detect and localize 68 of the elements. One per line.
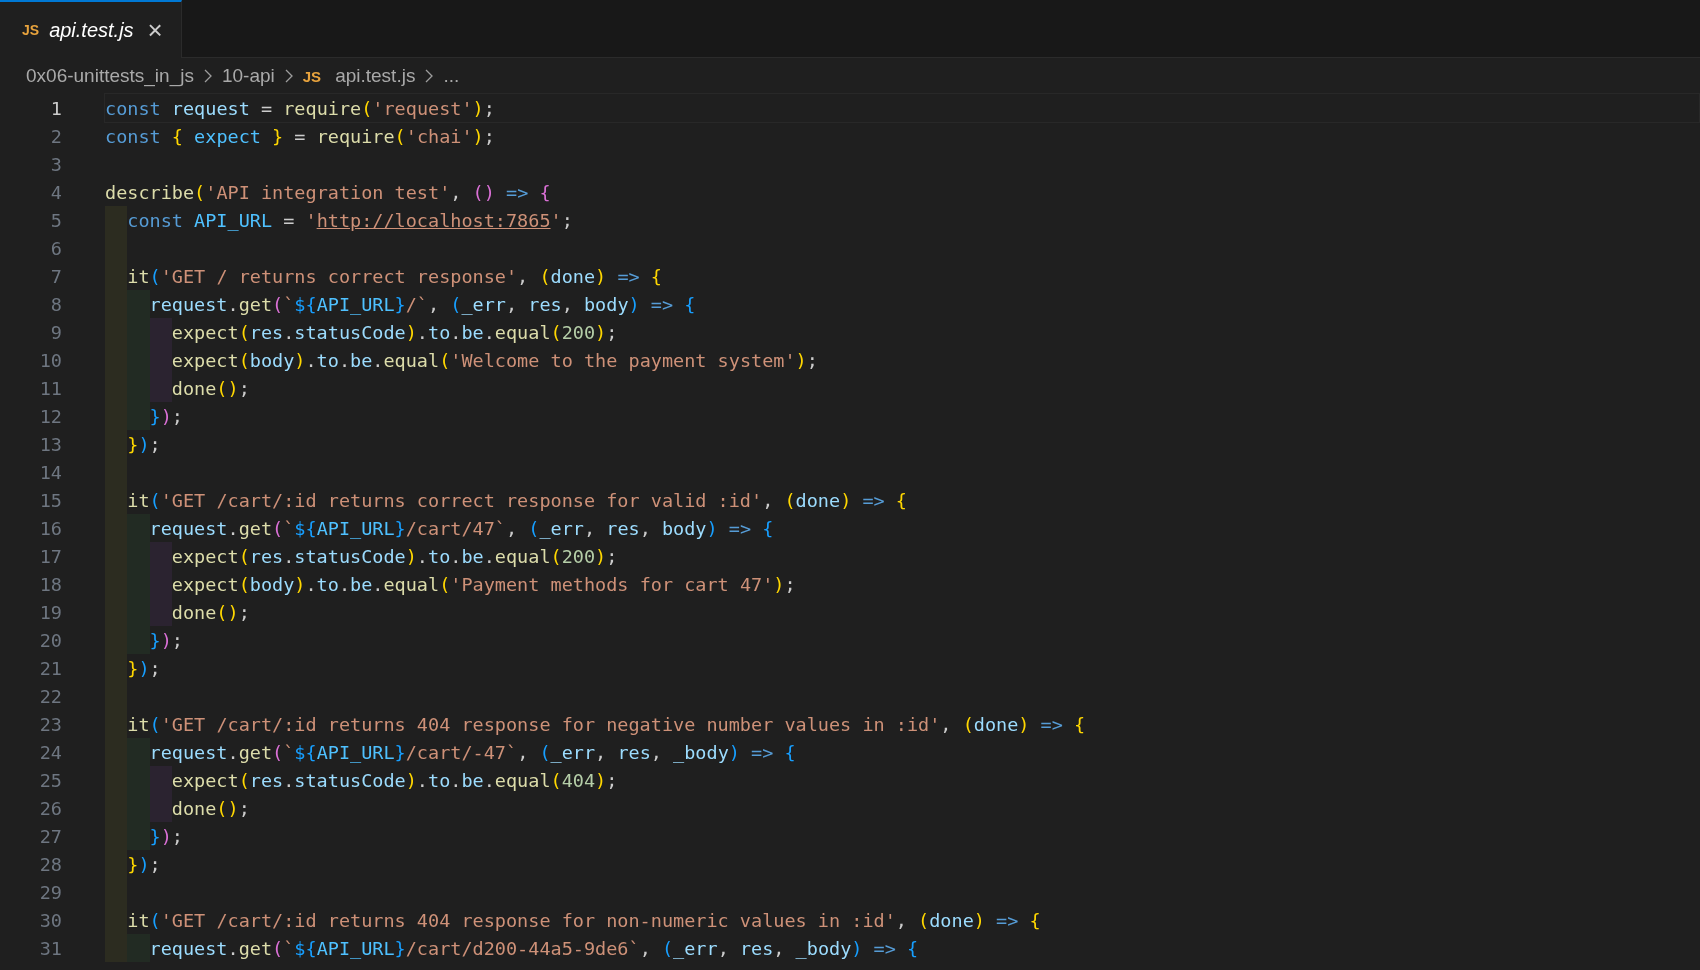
code-line: request.get(`${API_URL}/cart/47`, (_err, res, body) => { bbox=[149, 517, 774, 539]
breadcrumb-item[interactable]: ... bbox=[443, 65, 460, 87]
line-number: 7 bbox=[49, 265, 62, 287]
line-number: 24 bbox=[38, 741, 62, 763]
line-number: 4 bbox=[49, 181, 62, 203]
code-line: expect(res.statusCode).to.be.equal(404); bbox=[171, 769, 618, 791]
line-number: 22 bbox=[38, 685, 62, 707]
line-number: 14 bbox=[38, 461, 62, 483]
javascript-file-icon: JS bbox=[302, 67, 322, 85]
line-number: 8 bbox=[49, 293, 62, 315]
line-number: 15 bbox=[38, 489, 62, 511]
code-line: }); bbox=[127, 657, 161, 679]
code-line: }); bbox=[149, 825, 183, 847]
line-number: 18 bbox=[38, 573, 62, 595]
chevron-right-icon bbox=[203, 69, 212, 83]
line-number: 3 bbox=[49, 153, 62, 175]
code-line: request.get(`${API_URL}/cart/d200-44a5-9de6`, (_err, res, _body) => { bbox=[149, 937, 919, 959]
line-number: 11 bbox=[38, 377, 62, 399]
code-line: }); bbox=[127, 433, 161, 455]
line-number: 28 bbox=[38, 853, 62, 875]
chevron-right-icon bbox=[425, 69, 434, 83]
line-number: 16 bbox=[38, 517, 62, 539]
breadcrumb-item[interactable]: 0x06-unittests_in_js bbox=[26, 65, 194, 87]
line-number: 19 bbox=[38, 601, 62, 623]
code-line: const request = require('request'); bbox=[105, 97, 495, 119]
line-number: 26 bbox=[38, 797, 62, 819]
line-number: 17 bbox=[38, 545, 62, 567]
line-number: 29 bbox=[38, 881, 62, 903]
code-line: }); bbox=[127, 853, 161, 875]
code-line: const { expect } = require('chai'); bbox=[105, 125, 495, 147]
code-line: request.get(`${API_URL}/cart/-47`, (_err, res, _body) => { bbox=[149, 741, 796, 763]
line-number: 10 bbox=[38, 349, 62, 371]
line-number: 23 bbox=[38, 713, 62, 735]
code-line: expect(res.statusCode).to.be.equal(200); bbox=[171, 545, 618, 567]
code-line: it('GET / returns correct response', (done) => { bbox=[127, 265, 662, 287]
code-line: it('GET /cart/:id returns 404 response for negative number values in :id', (done) => { bbox=[127, 713, 1086, 735]
code-line: request.get(`${API_URL}/`, (_err, res, body) => { bbox=[149, 293, 696, 315]
line-number: 25 bbox=[38, 769, 62, 791]
chevron-right-icon bbox=[284, 69, 293, 83]
line-number: 1 bbox=[49, 97, 62, 119]
code-line: it('GET /cart/:id returns 404 response for non-numeric values in :id', (done) => { bbox=[127, 909, 1041, 931]
code-line: done(); bbox=[171, 797, 250, 819]
line-number: 21 bbox=[38, 657, 62, 679]
javascript-file-icon: JS bbox=[22, 22, 40, 38]
code-line: it('GET /cart/:id returns correct response for valid :id', (done) => { bbox=[127, 489, 907, 511]
code-line: done(); bbox=[171, 377, 250, 399]
line-number: 27 bbox=[38, 825, 62, 847]
line-number: 9 bbox=[49, 321, 62, 343]
code-line: expect(body).to.be.equal('Payment methods for cart 47'); bbox=[171, 573, 796, 595]
line-number: 2 bbox=[49, 125, 62, 147]
line-number: 6 bbox=[49, 237, 62, 259]
breadcrumb-item[interactable]: api.test.js bbox=[335, 65, 416, 87]
breadcrumb-item[interactable]: 10-api bbox=[221, 65, 275, 87]
code-line: expect(res.statusCode).to.be.equal(200); bbox=[171, 321, 618, 343]
code-line: }); bbox=[149, 405, 183, 427]
code-line: }); bbox=[149, 629, 183, 651]
line-number: 5 bbox=[49, 209, 62, 231]
line-number: 20 bbox=[38, 629, 62, 651]
line-number: 12 bbox=[38, 405, 62, 427]
line-number: 31 bbox=[38, 937, 62, 959]
line-number: 13 bbox=[38, 433, 62, 455]
code-line: const API_URL = 'http://localhost:7865'; bbox=[127, 209, 573, 231]
code-line: describe('API integration test', () => { bbox=[105, 181, 551, 203]
code-line: done(); bbox=[171, 601, 250, 623]
code-line: expect(body).to.be.equal('Welcome to the payment system'); bbox=[171, 349, 818, 371]
line-number: 30 bbox=[38, 909, 62, 931]
editor-tab[interactable]: JS api.test.js × bbox=[0, 0, 182, 58]
close-icon[interactable]: × bbox=[143, 17, 167, 43]
